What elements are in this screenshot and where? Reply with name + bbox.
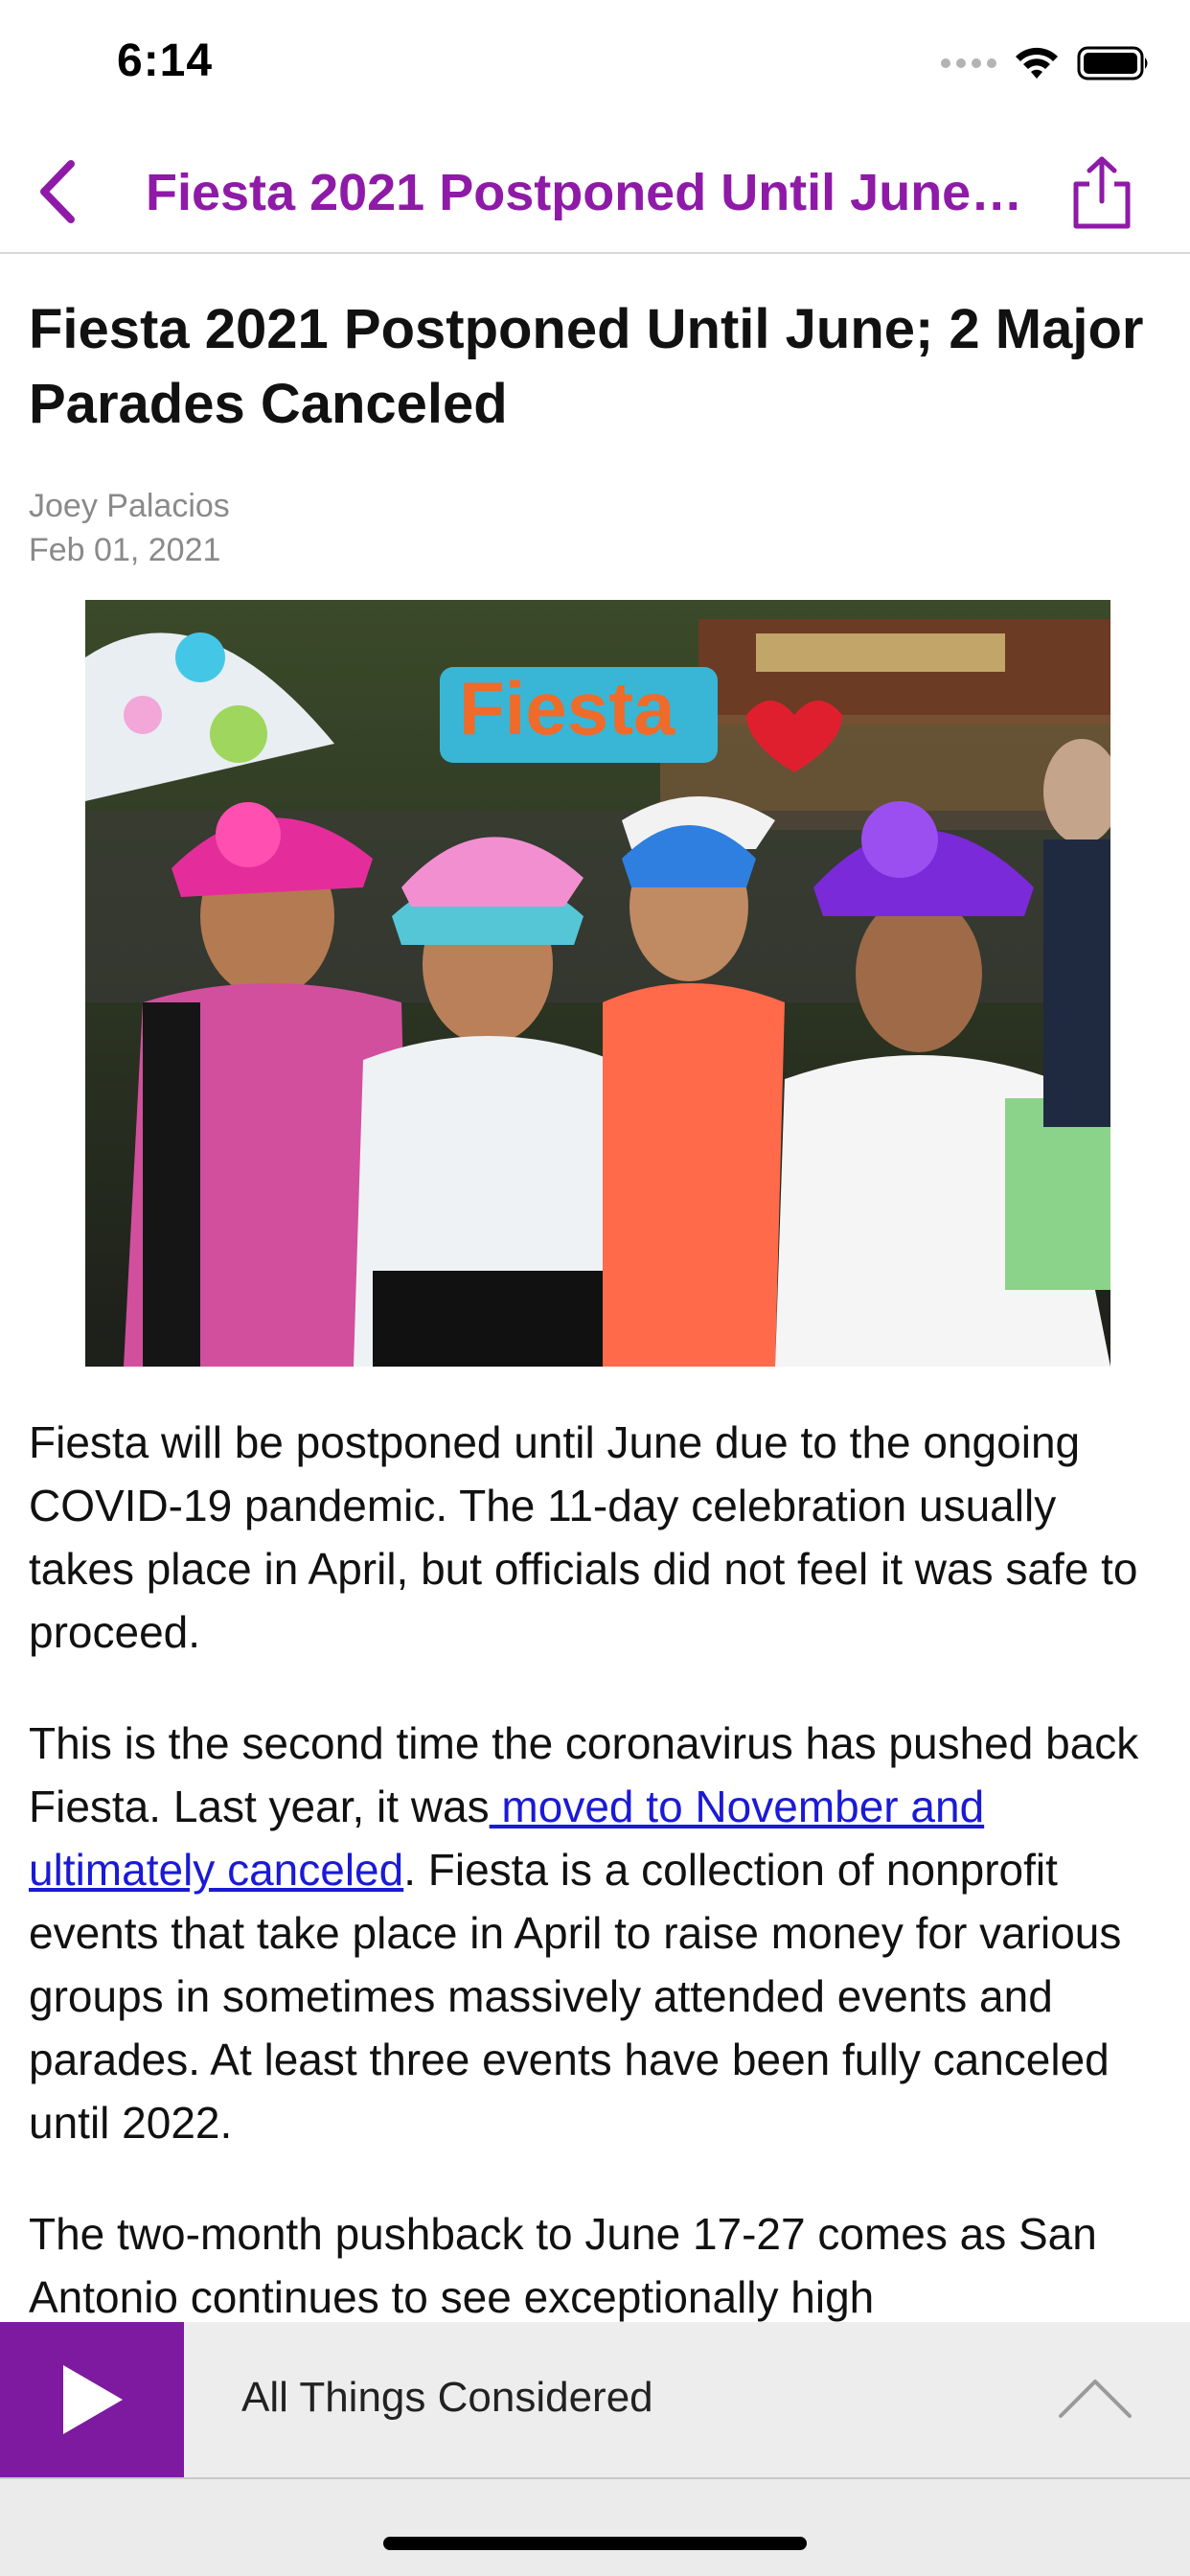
chevron-left-icon [40,160,75,223]
expand-player-button[interactable] [1052,2364,1138,2431]
article-screen: 6:14 Fiesta 2021 Postponed Until June; F… [0,0,1190,2576]
nav-title: Fiesta 2021 Postponed Until June; 2 Majo… [146,164,1027,221]
navigation-bar: Fiesta 2021 Postponed Until June; 2 Majo… [0,126,1190,254]
article-paragraph: Fiesta will be postponed until June due … [29,1417,1138,1657]
byline: Joey Palacios Feb 01, 2021 [29,484,1161,572]
bottom-safe-area [0,2477,1190,2576]
share-button[interactable] [1064,150,1140,236]
chevron-up-icon [1059,2380,1132,2418]
article-paragraph: The two-month pushback to June 17-27 com… [29,2209,1097,2322]
mini-player[interactable]: All Things Considered [0,2322,1190,2477]
status-bar: 6:14 [0,0,1190,126]
article-paragraph: This is the second time the coronavirus … [29,1712,1161,2154]
back-button[interactable] [23,155,90,228]
home-indicator[interactable] [383,2537,807,2550]
article-headline: Fiesta 2021 Postponed Until June; 2 Majo… [29,298,1144,435]
signal-dots-icon [941,58,996,68]
wifi-icon [1016,47,1058,79]
article-body: Fiesta will be postponed until June due … [29,1411,1161,2377]
article-header: Fiesta 2021 Postponed Until June; 2 Majo… [29,254,1161,572]
hero-photo[interactable]: Fiesta [85,600,1110,1367]
play-button[interactable] [0,2322,184,2477]
battery-icon [1077,46,1148,80]
status-time: 6:14 [117,35,214,86]
publish-date: Feb 01, 2021 [29,532,221,568]
play-icon [63,2365,123,2434]
author-name: Joey Palacios [29,488,230,524]
fiesta-photo-illustration: Fiesta [85,600,1110,1367]
share-icon [1073,156,1131,229]
status-icons [941,44,1152,82]
program-title: All Things Considered [241,2374,653,2421]
sign-text: Fiesta [459,666,675,750]
